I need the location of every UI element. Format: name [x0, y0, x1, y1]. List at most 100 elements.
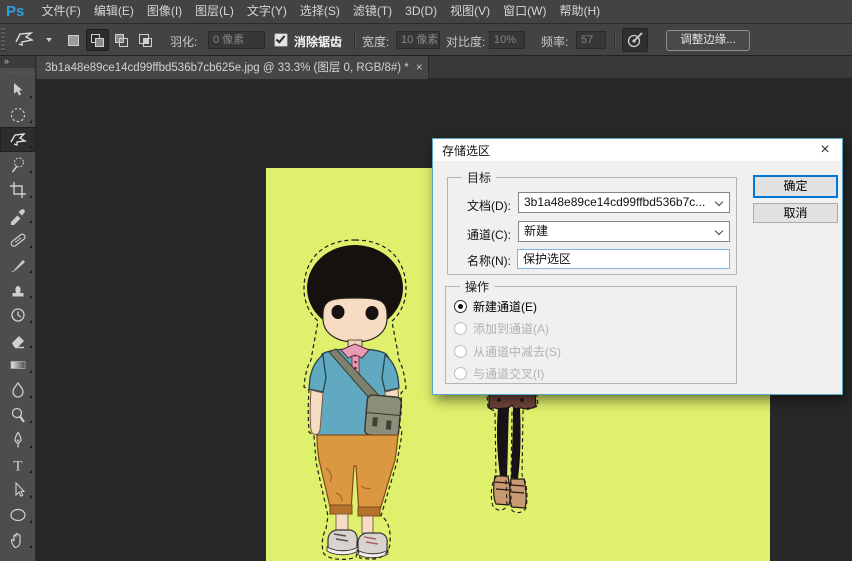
save-selection-dialog: 存储选区 × 目标 文档(D): 3b1a48e89ce14cd99ffbd53… — [432, 138, 843, 395]
menubar-item[interactable]: 帮助(H) — [553, 0, 607, 23]
photoshop-logo: Ps — [6, 3, 25, 20]
add-to-selection-button[interactable] — [86, 29, 109, 51]
operation-radio-row[interactable]: 与通道交叉(I) — [454, 365, 544, 381]
menubar-item[interactable]: 文件(F) — [35, 0, 87, 23]
new-selection-button[interactable] — [62, 29, 85, 51]
operation-radio-row[interactable]: 从通道中减去(S) — [454, 343, 561, 359]
contrast-label: 对比度: — [446, 35, 486, 49]
brush-tool[interactable] — [0, 252, 36, 277]
eraser-tool[interactable] — [0, 327, 36, 352]
history-brush-tool-icon — [8, 305, 28, 325]
operation-radio-row[interactable]: 添加到通道(A) — [454, 320, 549, 336]
divider — [614, 30, 615, 50]
menubar-item[interactable]: 3D(D) — [399, 0, 444, 23]
spot-healing-brush-tool-icon — [8, 230, 28, 250]
dialog-close-icon[interactable]: × — [814, 139, 836, 161]
menubar-item[interactable]: 窗口(W) — [497, 0, 553, 23]
tab-bar: 3b1a48e89ce14cd99ffbd536b7cb625e.jpg @ 3… — [36, 56, 852, 79]
menubar-item[interactable]: 图像(I) — [140, 0, 188, 23]
boy-illustration — [303, 239, 407, 560]
pen-tool-icon — [8, 430, 28, 450]
crop-tool-icon — [8, 180, 28, 200]
menubar-item[interactable]: 图层(L) — [189, 0, 241, 23]
hand-tool[interactable] — [0, 527, 36, 552]
eyedropper-tool[interactable] — [0, 202, 36, 227]
operation-label: 添加到通道(A) — [473, 321, 549, 336]
tab-close-icon[interactable]: × — [416, 60, 423, 74]
dodge-tool[interactable] — [0, 402, 36, 427]
frequency-input[interactable]: 57 — [576, 31, 606, 49]
dialog-title-bar[interactable]: 存储选区 — [433, 139, 842, 161]
menu-bar: Ps 文件(F) 编辑(E) 图像(I) 图层(L) 文字(Y) 选择(S) 滤镜(T) 3D… — [0, 0, 852, 24]
blur-tool[interactable] — [0, 377, 36, 402]
name-label: 名称(N): — [467, 254, 511, 268]
toolbar-collapse-button[interactable]: » — [0, 56, 35, 68]
width-input[interactable]: 10 像素 — [396, 31, 440, 49]
feather-label: 羽化: — [170, 35, 198, 49]
gradient-tool[interactable] — [0, 352, 36, 377]
crop-tool[interactable] — [0, 177, 36, 202]
radio-button-icon — [454, 321, 467, 335]
radio-button-icon — [454, 366, 467, 380]
type-tool[interactable]: T — [0, 452, 36, 477]
elliptical-marquee-tool[interactable] — [0, 102, 36, 127]
divider — [354, 30, 355, 50]
move-tool[interactable] — [0, 77, 36, 102]
name-input[interactable]: 保护选区 — [517, 249, 730, 269]
history-brush-tool[interactable] — [0, 302, 36, 327]
document-label: 文档(D): — [467, 199, 511, 213]
options-bar-handle[interactable] — [1, 28, 5, 52]
ellipse-tool[interactable] — [0, 502, 36, 527]
feather-input[interactable]: 0 像素 — [208, 31, 265, 49]
subtract-from-selection-button[interactable] — [110, 29, 133, 51]
menubar-item[interactable]: 视图(V) — [444, 0, 497, 23]
frequency-label: 频率: — [541, 35, 569, 49]
intersect-selection-button[interactable] — [134, 29, 157, 51]
anti-alias-checkbox[interactable] — [274, 33, 288, 47]
menubar-item[interactable]: 文字(Y) — [240, 0, 293, 23]
polygonal-lasso-tool[interactable] — [0, 127, 36, 152]
spot-healing-brush-tool[interactable] — [0, 227, 36, 252]
document-tab[interactable]: 3b1a48e89ce14cd99ffbd536b7cb625e.jpg @ 3… — [37, 56, 429, 79]
cancel-button[interactable]: 取消 — [753, 203, 838, 223]
menubar-item[interactable]: 选择(S) — [293, 0, 346, 23]
chevron-down-icon — [714, 197, 724, 207]
operation-label: 新建通道(E) — [473, 299, 537, 314]
document-dropdown-value: 3b1a48e89ce14cd99ffbd536b7c... — [524, 195, 706, 209]
clone-stamp-tool[interactable] — [0, 277, 36, 302]
options-bar: 羽化: 0 像素 消除锯齿 宽度: 10 像素 对比度: 10% 频率: 57 … — [0, 24, 852, 56]
new-selection-icon — [66, 33, 81, 48]
channel-dropdown[interactable]: 新建 — [518, 221, 730, 242]
eraser-tool-icon — [8, 330, 28, 350]
menubar-item[interactable]: 编辑(E) — [87, 0, 140, 23]
chevron-down-icon — [714, 226, 724, 236]
menubar-item[interactable]: 滤镜(T) — [346, 0, 398, 23]
type-tool-icon: T — [8, 455, 28, 475]
refine-edge-button[interactable]: 调整边缘... — [666, 30, 750, 51]
operation-label: 从通道中减去(S) — [473, 344, 561, 359]
quick-selection-tool-icon — [8, 155, 28, 175]
path-selection-tool[interactable] — [0, 477, 36, 502]
tool-preset-dropdown[interactable] — [12, 29, 52, 51]
dialog-title: 存储选区 — [442, 143, 491, 158]
destination-group-label: 目标 — [467, 171, 492, 185]
pen-tool[interactable] — [0, 427, 36, 452]
channel-label: 通道(C): — [467, 228, 511, 242]
blur-tool-icon — [8, 380, 28, 400]
caret-down-icon — [46, 38, 52, 42]
document-dropdown[interactable]: 3b1a48e89ce14cd99ffbd536b7c... — [518, 192, 730, 213]
operation-radio-row[interactable]: 新建通道(E) — [454, 298, 537, 314]
operation-label: 与通道交叉(I) — [473, 366, 545, 381]
toolbar-drag-handle[interactable]: ········ — [0, 68, 35, 77]
document-tab-title: 3b1a48e89ce14cd99ffbd536b7cb625e.jpg @ 3… — [45, 62, 409, 74]
width-label: 宽度: — [362, 35, 390, 49]
tablet-pressure-button[interactable] — [622, 28, 648, 52]
add-to-selection-icon — [90, 33, 105, 48]
ok-button[interactable]: 确定 — [753, 175, 838, 198]
ellipse-tool-icon — [8, 505, 28, 525]
contrast-input[interactable]: 10% — [489, 31, 525, 49]
anti-alias-label: 消除锯齿 — [294, 35, 343, 49]
subtract-from-selection-icon — [114, 33, 129, 48]
channel-dropdown-value: 新建 — [524, 224, 549, 238]
quick-selection-tool[interactable] — [0, 152, 36, 177]
